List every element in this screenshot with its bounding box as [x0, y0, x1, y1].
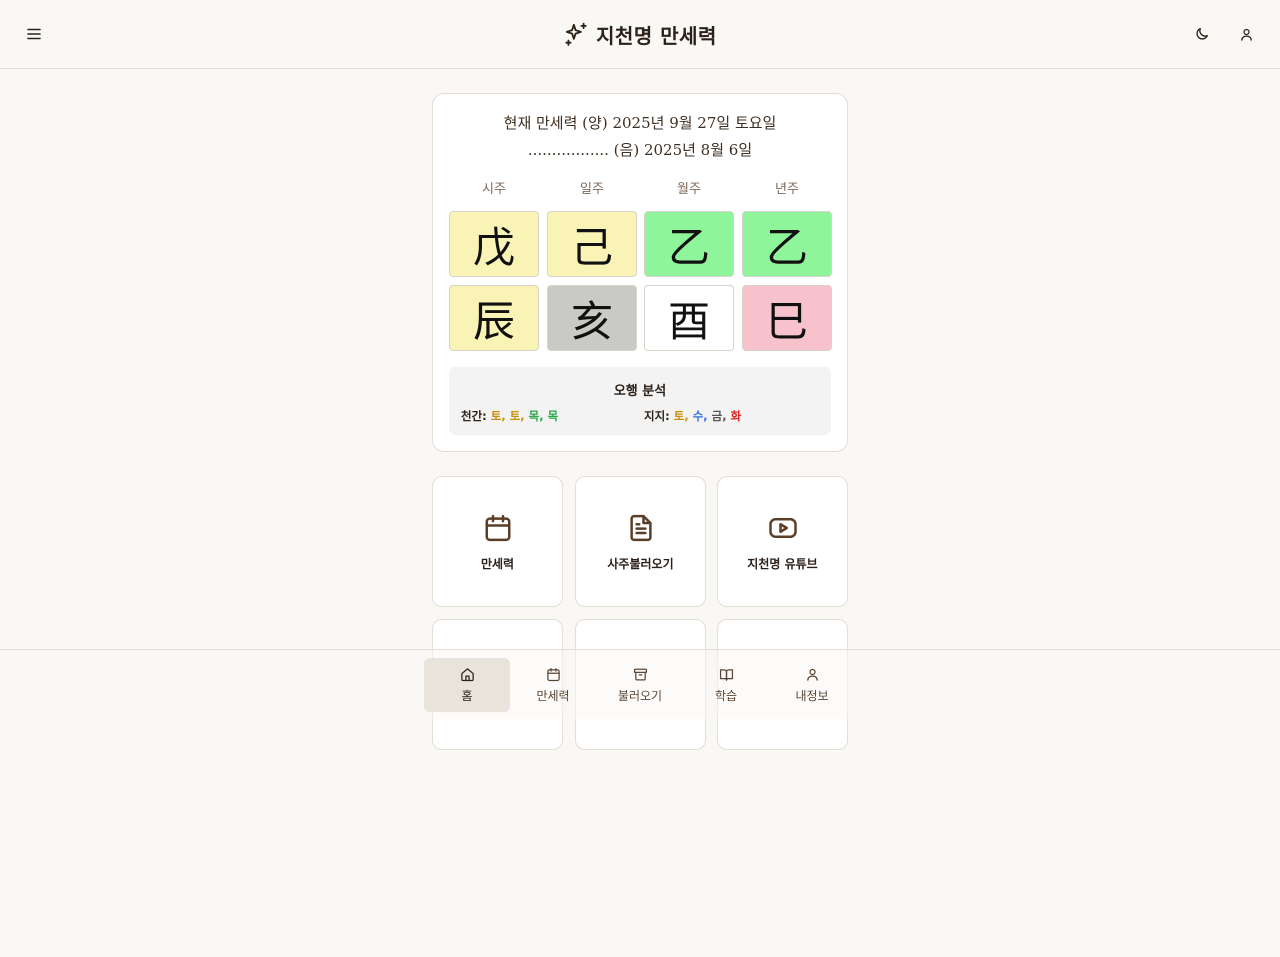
stems-elements: 천간: 토, 토, 목, 목 — [461, 408, 558, 424]
user-icon[interactable] — [1234, 22, 1258, 46]
nav-item-home[interactable]: 홈 — [424, 658, 510, 712]
home-icon — [460, 667, 475, 682]
stem-cell-day[interactable]: 己 — [547, 211, 637, 277]
nav-label: 내정보 — [795, 689, 829, 703]
sparkles-icon — [563, 21, 589, 47]
tile-label: 사주불러오기 — [607, 557, 674, 571]
tile-label: 지천명 유튜브 — [747, 557, 818, 571]
tile-youtube[interactable]: 지천명 유튜브 — [717, 476, 848, 607]
document-icon — [576, 513, 705, 543]
app-title: 지천명 만세력 — [596, 23, 717, 48]
tile-load-saju[interactable]: 사주불러오기 — [575, 476, 706, 607]
pillar-label-day: 일주 — [580, 182, 604, 197]
element-stems-3: 목 — [547, 409, 559, 423]
five-elements-analysis: 오행 분석 천간: 토, 토, 목, 목 지지: 토, 수, 금, 화 — [449, 367, 831, 435]
branch-cell-hour[interactable]: 辰 — [449, 285, 539, 351]
book-open-icon — [719, 667, 734, 682]
analysis-title: 오행 분석 — [613, 384, 667, 399]
calendar-icon — [433, 513, 562, 543]
pillar-label-hour: 시주 — [482, 182, 506, 197]
element-stems-0: 토, — [490, 409, 510, 423]
nav-label: 불러오기 — [617, 689, 663, 703]
stem-cell-month[interactable]: 乙 — [644, 211, 734, 277]
element-branches-2: 금, — [711, 409, 731, 423]
pillar-label-year: 년주 — [775, 182, 799, 197]
pillar-label-month: 월주 — [677, 182, 701, 197]
tile-label: 만세력 — [480, 557, 515, 571]
bottom-navigation: 홈 만세력 불러오기 학습 내정보 — [0, 649, 1280, 719]
stem-cell-hour[interactable]: 戊 — [449, 211, 539, 277]
nav-item-learn[interactable]: 학습 — [683, 658, 769, 712]
nav-item-load[interactable]: 불러오기 — [597, 658, 683, 712]
moon-icon[interactable] — [1190, 22, 1214, 46]
solar-date: 현재 만세력 (양) 2025년 9월 27일 토요일 — [503, 114, 777, 132]
branch-cell-year[interactable]: 巳 — [742, 285, 832, 351]
tile-manse-calendar[interactable]: 만세력 — [432, 476, 563, 607]
stems-element-list: 토, 토, 목, 목 — [491, 409, 558, 423]
nav-label: 홈 — [461, 689, 473, 703]
branches-label: 지지: — [644, 409, 674, 423]
stems-label: 천간: — [461, 409, 491, 423]
branch-cell-month[interactable]: 酉 — [644, 285, 734, 351]
nav-label: 만세력 — [536, 689, 570, 703]
archive-icon — [633, 667, 648, 682]
nav-label: 학습 — [714, 689, 738, 703]
branches-element-list: 토, 수, 금, 화 — [674, 409, 741, 423]
branch-cell-day[interactable]: 亥 — [547, 285, 637, 351]
element-branches-0: 토, — [673, 409, 693, 423]
element-branches-1: 수, — [692, 409, 712, 423]
app-header: 지천명 만세력 — [0, 0, 1280, 69]
element-stems-1: 토, — [509, 409, 529, 423]
branches-elements: 지지: 토, 수, 금, 화 — [644, 408, 741, 424]
nav-item-calendar[interactable]: 만세력 — [510, 658, 596, 712]
element-stems-2: 목, — [528, 409, 548, 423]
element-branches-3: 화 — [730, 409, 742, 423]
calendar-icon — [546, 667, 561, 682]
youtube-icon — [718, 513, 847, 543]
app-brand[interactable]: 지천명 만세력 — [0, 19, 1280, 49]
lunar-date: ................. (음) 2025년 8월 6일 — [527, 141, 753, 159]
saju-calendar-card: 현재 만세력 (양) 2025년 9월 27일 토요일 ............… — [432, 93, 848, 452]
user-icon — [805, 667, 820, 682]
nav-item-my-info[interactable]: 내정보 — [769, 658, 855, 712]
stem-cell-year[interactable]: 乙 — [742, 211, 832, 277]
